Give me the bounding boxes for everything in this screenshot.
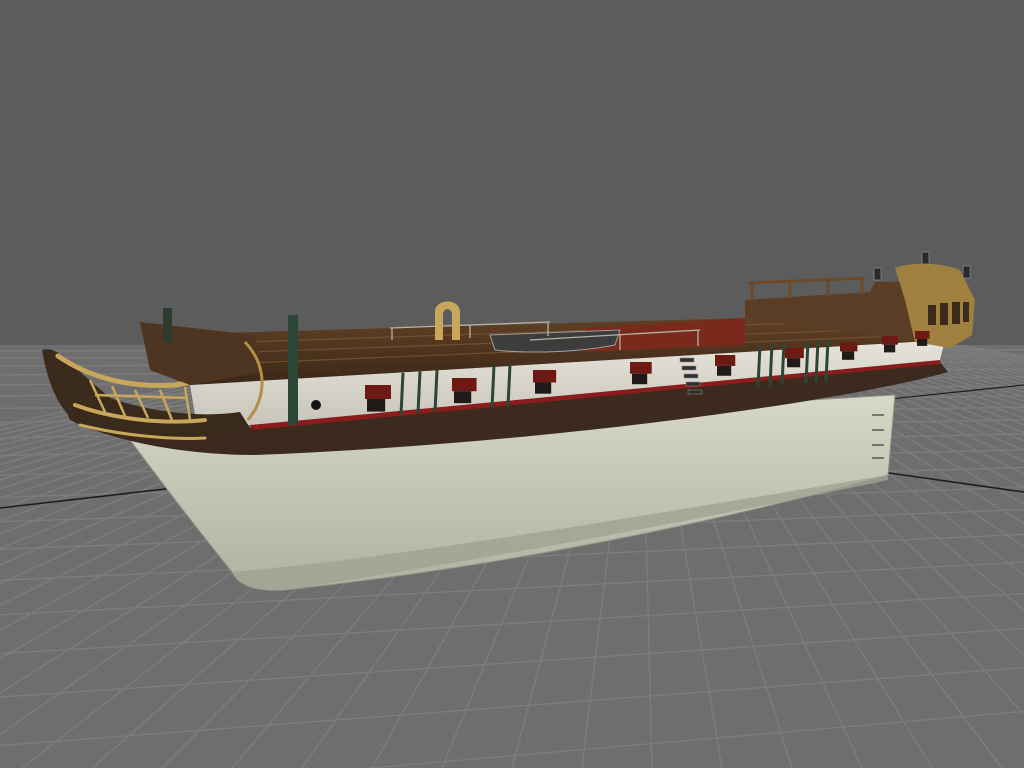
chain-plate xyxy=(768,343,774,387)
chain-plate xyxy=(824,339,830,382)
chain-plate xyxy=(804,341,810,384)
3d-scene xyxy=(0,0,1024,768)
gunport-lid xyxy=(840,342,858,352)
cannon xyxy=(367,399,386,412)
cannon xyxy=(884,344,896,353)
gunport-lid xyxy=(630,362,652,374)
cannon xyxy=(842,351,855,360)
gunport-lid xyxy=(533,370,557,383)
cannon xyxy=(632,373,648,385)
chain-plate xyxy=(433,370,439,413)
mainmast-stump xyxy=(288,315,298,425)
chain-plate xyxy=(490,365,496,408)
cannon xyxy=(917,338,928,346)
foremast-stump xyxy=(163,308,172,342)
gunport-lid xyxy=(452,378,477,392)
chain-plate xyxy=(780,342,786,386)
chain-plate xyxy=(399,372,405,415)
cannon xyxy=(535,382,552,394)
chain-plate xyxy=(506,364,512,407)
chain-plate xyxy=(756,344,762,387)
3d-viewport[interactable] xyxy=(0,0,1024,768)
chain-plate xyxy=(416,371,422,414)
cannon xyxy=(454,391,472,404)
gunport-lid xyxy=(882,336,898,345)
gunport-lid xyxy=(915,331,930,339)
gunport-lid xyxy=(715,355,736,366)
cannon xyxy=(787,358,801,368)
gunport-lid xyxy=(785,348,804,359)
chain-plate xyxy=(814,340,820,383)
hawse-hole xyxy=(311,400,321,410)
gunport-lid xyxy=(365,385,391,399)
cannon xyxy=(717,365,732,376)
